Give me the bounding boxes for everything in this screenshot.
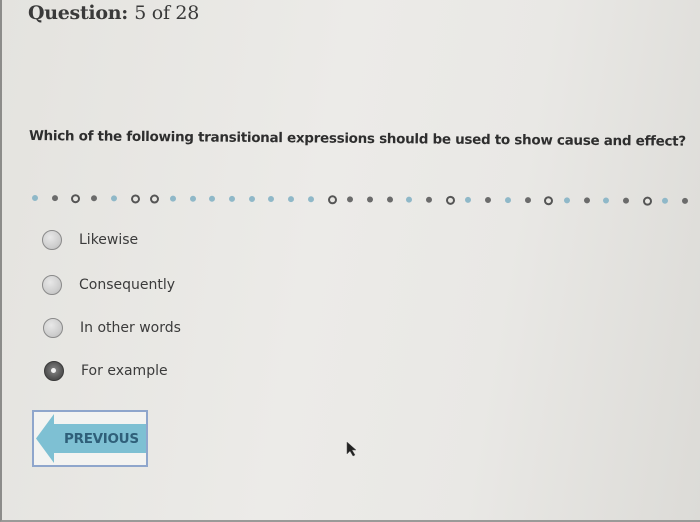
progress-dot-answered[interactable] xyxy=(51,195,58,202)
question-progress-dots xyxy=(31,193,700,208)
radio-button[interactable] xyxy=(42,230,62,250)
progress-dot-answered[interactable] xyxy=(347,196,354,203)
progress-dot-answered[interactable] xyxy=(485,196,492,204)
question-counter-value: 5 of 28 xyxy=(134,2,199,24)
progress-dot-unanswered[interactable] xyxy=(603,197,610,204)
option-label: Consequently xyxy=(79,277,176,293)
progress-dot-answered[interactable] xyxy=(682,197,689,204)
progress-dot-answered[interactable] xyxy=(425,196,433,203)
mouse-cursor-icon xyxy=(346,441,357,457)
radio-button[interactable] xyxy=(42,275,62,295)
option-label: For example xyxy=(81,363,168,379)
answer-option-for-example[interactable]: For example xyxy=(44,361,168,381)
progress-dot-unanswered[interactable] xyxy=(406,196,413,203)
progress-dot-unanswered[interactable] xyxy=(31,195,39,202)
radio-button-selected[interactable] xyxy=(44,361,64,381)
progress-dot-unanswered[interactable] xyxy=(110,195,117,202)
radio-button[interactable] xyxy=(43,318,63,338)
answer-option-in-other-words[interactable]: In other words xyxy=(43,318,181,338)
progress-dot-unanswered[interactable] xyxy=(662,197,669,204)
progress-dot-unanswered[interactable] xyxy=(228,195,236,202)
progress-dot-unanswered[interactable] xyxy=(563,197,570,204)
progress-dot-marked[interactable] xyxy=(327,195,337,205)
progress-dot-unanswered[interactable] xyxy=(465,196,472,203)
progress-dot-marked[interactable] xyxy=(71,194,81,204)
progress-dot-answered[interactable] xyxy=(524,197,531,204)
progress-dot-marked[interactable] xyxy=(642,196,652,206)
progress-dot-marked[interactable] xyxy=(544,196,554,206)
progress-dot-unanswered[interactable] xyxy=(268,196,275,203)
progress-dot-unanswered[interactable] xyxy=(209,195,216,202)
progress-dot-unanswered[interactable] xyxy=(307,196,314,203)
progress-dot-marked[interactable] xyxy=(445,195,455,205)
quiz-page: Question: 5 of 28 Which of the following… xyxy=(0,0,700,522)
progress-dot-unanswered[interactable] xyxy=(504,197,511,204)
previous-button-label: PREVIOUS xyxy=(64,431,139,447)
progress-dot-unanswered[interactable] xyxy=(189,195,196,202)
progress-dot-answered[interactable] xyxy=(386,196,393,203)
progress-dot-unanswered[interactable] xyxy=(248,195,255,202)
option-label: Likewise xyxy=(79,232,139,248)
progress-dot-unanswered[interactable] xyxy=(169,195,176,202)
answer-option-likewise[interactable]: Likewise xyxy=(42,230,138,250)
progress-dot-answered[interactable] xyxy=(366,196,373,203)
progress-dot-answered[interactable] xyxy=(622,197,630,204)
question-text: Which of the following transitional expr… xyxy=(28,128,686,150)
answer-option-consequently[interactable]: Consequently xyxy=(42,275,175,295)
progress-dot-marked[interactable] xyxy=(150,194,160,204)
option-label: In other words xyxy=(80,320,181,336)
progress-dot-unanswered[interactable] xyxy=(288,196,295,203)
progress-dot-answered[interactable] xyxy=(583,197,590,204)
progress-dot-answered[interactable] xyxy=(91,195,98,202)
progress-dot-marked[interactable] xyxy=(130,194,140,204)
question-counter-label: Question: xyxy=(28,2,128,24)
question-counter: Question: 5 of 28 xyxy=(28,2,199,24)
previous-button[interactable]: PREVIOUS xyxy=(32,410,148,467)
